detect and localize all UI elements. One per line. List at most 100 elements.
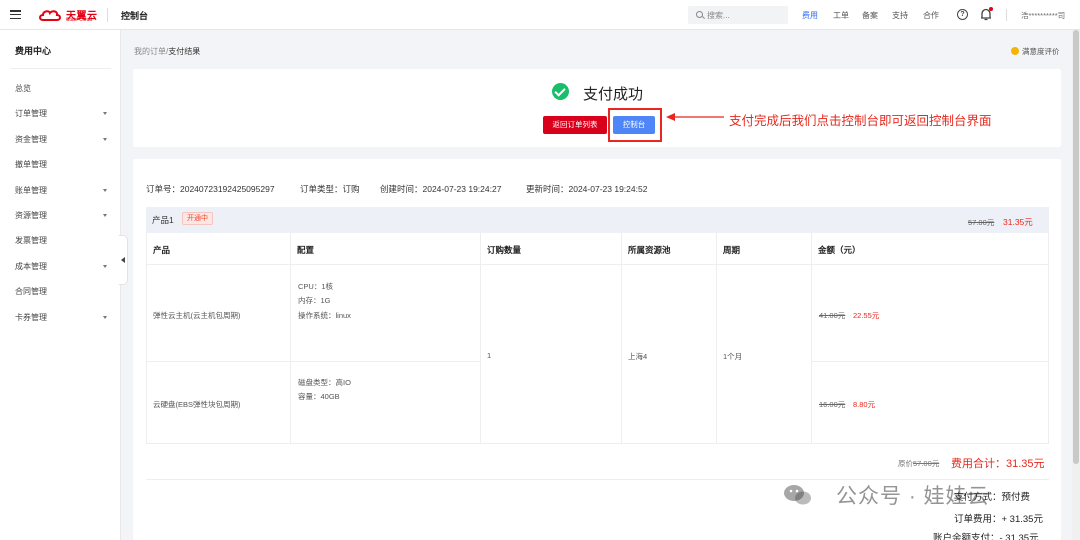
rating-link[interactable]: 满意度评价 <box>1011 46 1060 57</box>
search-box[interactable]: 搜索... <box>688 6 788 24</box>
sidebar-item[interactable]: 总览 <box>15 83 115 95</box>
table-cell-price: 8.80元 <box>853 400 876 409</box>
product-price: 31.35元 <box>1003 217 1033 227</box>
smile-icon <box>1011 47 1019 55</box>
payment-method: 支付方式：预付费 <box>954 492 1031 503</box>
divider <box>621 233 622 443</box>
back-to-orders-button[interactable]: 返回订单列表 <box>543 116 607 134</box>
table-cell-product: 云硬盘(EBS弹性块包周期) <box>153 400 241 409</box>
search-input[interactable]: 搜索... <box>707 10 730 21</box>
table-cell-product: 弹性云主机(云主机包周期) <box>153 311 241 320</box>
success-check-icon <box>552 83 569 100</box>
notification-dot <box>989 7 993 11</box>
divider <box>107 8 108 22</box>
sidebar-item-label: 合同管理 <box>15 287 47 297</box>
chevron-down-icon <box>103 112 107 116</box>
sidebar: 费用中心 <box>0 30 121 540</box>
sidebar-item[interactable]: 撤单管理 <box>15 159 115 171</box>
product-header <box>146 207 1049 233</box>
sidebar-item-label: 卡券管理 <box>15 312 47 322</box>
divider <box>10 68 111 69</box>
sidebar-item-label: 总览 <box>15 84 31 93</box>
chevron-down-icon <box>103 315 107 319</box>
divider <box>146 361 480 362</box>
table-cell-config: CPU：1核 <box>298 282 334 291</box>
nav-fees[interactable]: 费用 <box>802 10 818 21</box>
sidebar-item-label: 发票管理 <box>15 236 47 246</box>
nav-tickets[interactable]: 工单 <box>833 10 849 21</box>
nav-support[interactable]: 支持 <box>892 10 908 21</box>
sidebar-item[interactable]: 资源管理 <box>15 210 115 222</box>
sidebar-item[interactable]: 订单管理 <box>15 108 115 120</box>
total-original-value: 57.00元 <box>913 459 940 468</box>
search-icon <box>696 11 703 18</box>
sidebar-item[interactable]: 合同管理 <box>15 286 115 298</box>
total-original-label: 原价 <box>898 459 913 468</box>
menu-icon[interactable] <box>10 10 21 20</box>
divider <box>811 361 1049 362</box>
sidebar-item[interactable]: 卡券管理 <box>15 312 115 324</box>
chevron-down-icon <box>103 214 107 217</box>
breadcrumb: 我的订单/支付结果 <box>134 46 200 57</box>
nav-filing[interactable]: 备案 <box>862 10 878 21</box>
divider <box>146 443 1049 444</box>
sidebar-item-label: 成本管理 <box>15 261 47 271</box>
help-icon[interactable]: ? <box>957 9 968 20</box>
table-cell-quantity: 1 <box>487 351 492 360</box>
order-type: 订单类型：订购 <box>300 184 360 194</box>
order-number: 订单号：20240723192425095297 <box>146 184 275 194</box>
sidebar-item[interactable]: 账单管理 <box>15 185 115 197</box>
table-cell-config: 磁盘类型：高IO <box>298 378 351 387</box>
result-title: 支付成功 <box>583 86 644 103</box>
column-header: 周期 <box>723 245 741 255</box>
nav-partner[interactable]: 合作 <box>923 10 939 21</box>
status-badge: 开通中 <box>182 212 213 225</box>
breadcrumb-my-orders[interactable]: 我的订单 <box>134 47 166 56</box>
balance-payment: 账户余额支付：- 31.35元 <box>933 533 1039 540</box>
result-card <box>133 69 1061 147</box>
divider <box>480 233 481 443</box>
divider <box>1006 9 1007 21</box>
rating-label: 满意度评价 <box>1022 47 1060 56</box>
console-title[interactable]: 控制台 <box>121 9 148 22</box>
column-header: 订购数量 <box>487 245 522 255</box>
sidebar-item[interactable]: 发票管理 <box>15 235 115 247</box>
sidebar-item-label: 资金管理 <box>15 134 47 144</box>
divider <box>811 233 812 443</box>
sidebar-title: 费用中心 <box>15 46 52 56</box>
annotation-text: 支付完成后我们点击控制台即可返回控制台界面 <box>729 114 992 128</box>
sidebar-item[interactable]: 成本管理 <box>15 261 115 273</box>
scrollbar-thumb[interactable] <box>1073 30 1079 464</box>
sidebar-item-label: 撤单管理 <box>15 160 47 170</box>
column-header: 金额（元） <box>818 245 861 255</box>
top-bar: 天翼云 State Cloud 控制台 搜索... 费用 工单 备案 支持 合作… <box>0 0 1080 30</box>
table-cell-price: 22.55元 <box>853 311 880 320</box>
created-time: 创建时间：2024-07-23 19:24:27 <box>380 184 502 194</box>
chevron-down-icon <box>103 188 107 192</box>
brand-name-en: State Cloud <box>66 17 93 23</box>
sidebar-item[interactable]: 资金管理 <box>15 134 115 146</box>
updated-time: 更新时间：2024-07-23 19:24:52 <box>526 184 648 194</box>
table-cell-config: 操作系统：linux <box>298 311 351 320</box>
divider <box>1048 233 1049 443</box>
column-header: 产品 <box>153 245 171 255</box>
table-cell-original-price: 16.00元 <box>819 400 846 409</box>
table-cell-period: 1个月 <box>723 352 743 361</box>
table-cell-original-price: 41.00元 <box>819 311 846 320</box>
sidebar-item-label: 资源管理 <box>15 211 47 220</box>
cloud-logo-icon <box>39 10 61 21</box>
logo[interactable]: 天翼云 State Cloud <box>38 6 98 24</box>
sidebar-item-label: 账单管理 <box>15 185 47 195</box>
arrow-left-icon <box>666 113 724 121</box>
sidebar-item-label: 订单管理 <box>15 109 47 119</box>
table-cell-config: 容量：40GB <box>298 392 340 401</box>
column-header: 所属资源池 <box>628 245 671 255</box>
chevron-down-icon <box>103 137 107 141</box>
column-header: 配置 <box>297 245 315 255</box>
scrollbar[interactable] <box>1072 30 1080 540</box>
user-account[interactable]: 浩**********司 <box>1021 10 1065 21</box>
table-header <box>146 233 1049 265</box>
product-name: 产品1 <box>152 215 174 225</box>
chevron-down-icon <box>103 264 107 268</box>
sidebar-collapse-button[interactable] <box>119 235 128 285</box>
